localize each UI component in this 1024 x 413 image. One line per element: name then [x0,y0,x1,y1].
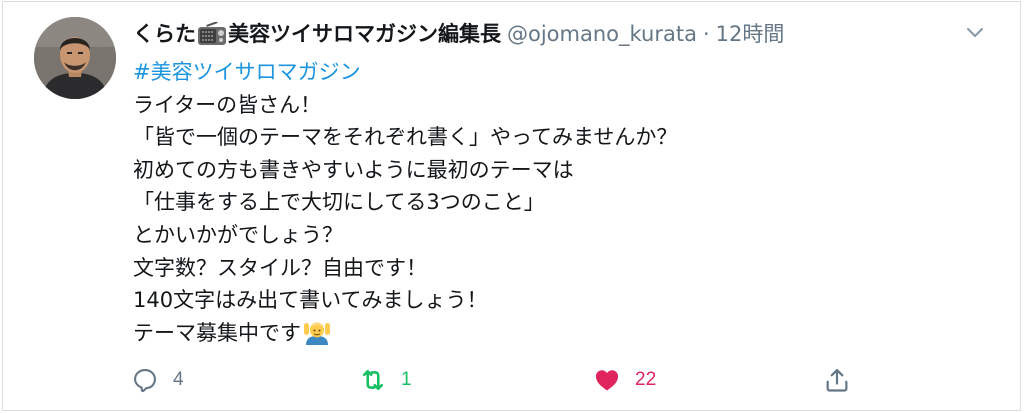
chevron-down-icon[interactable] [964,22,986,44]
reply-button[interactable]: 4 [131,362,184,398]
tweet-text-line: テーマ募集中です [133,320,301,345]
tweet-card[interactable]: くらた 美容ツイサロマガジン編集長 @ojomano_kurata · 12時間 [2,1,1021,411]
radio-emoji-icon [197,21,227,46]
share-icon [826,368,848,392]
tweet-text-line: ライターの皆さん！ [133,92,322,117]
tweet-text-line: 「仕事をする上で大切にしてる3つのこと」 [133,190,545,215]
reply-count: 4 [173,369,184,390]
tweet-text-last-line: テーマ募集中です [133,317,893,350]
display-name-suffix[interactable]: 美容ツイサロマガジン編集長 [228,18,501,50]
like-button[interactable]: 22 [593,362,656,398]
tweet-text-line: 140文字はみ出て書いてみましょう！ [133,288,488,313]
reply-icon [134,369,156,393]
separator-dot: · [702,22,710,46]
tweet-text: #美容ツイサロマガジン ライターの皆さん！ 「皆で一個のテーマをそれぞれ書く」や… [133,56,893,349]
tweet-text-line: とかいかがでしょう？ [133,222,343,247]
like-count: 22 [635,369,657,390]
display-name[interactable]: くらた [133,18,196,50]
tweet-text-line: 初めての方も書きやすいように最初のテーマは [133,157,574,182]
tweet-text-line: 文字数？スタイル？自由です！ [133,255,427,280]
heart-icon [595,370,619,391]
hashtag-link[interactable]: #美容ツイサロマガジン [133,56,893,89]
person-raising-hands-emoji-icon [303,318,331,346]
user-handle[interactable]: @ojomano_kurata [507,18,697,50]
timestamp[interactable]: 12時間 [716,18,785,50]
tweet-text-line: 「皆で一個のテーマをそれぞれ書く」やってみませんか？ [133,125,678,150]
tweet-actions: 4 1 22 [3,362,1020,398]
avatar[interactable] [34,17,116,99]
tweet-header: くらた 美容ツイサロマガジン編集長 @ojomano_kurata · 12時間 [133,18,784,50]
retweet-icon [362,369,384,391]
share-button[interactable] [823,362,851,398]
retweet-count: 1 [401,369,412,390]
retweet-button[interactable]: 1 [359,362,412,398]
